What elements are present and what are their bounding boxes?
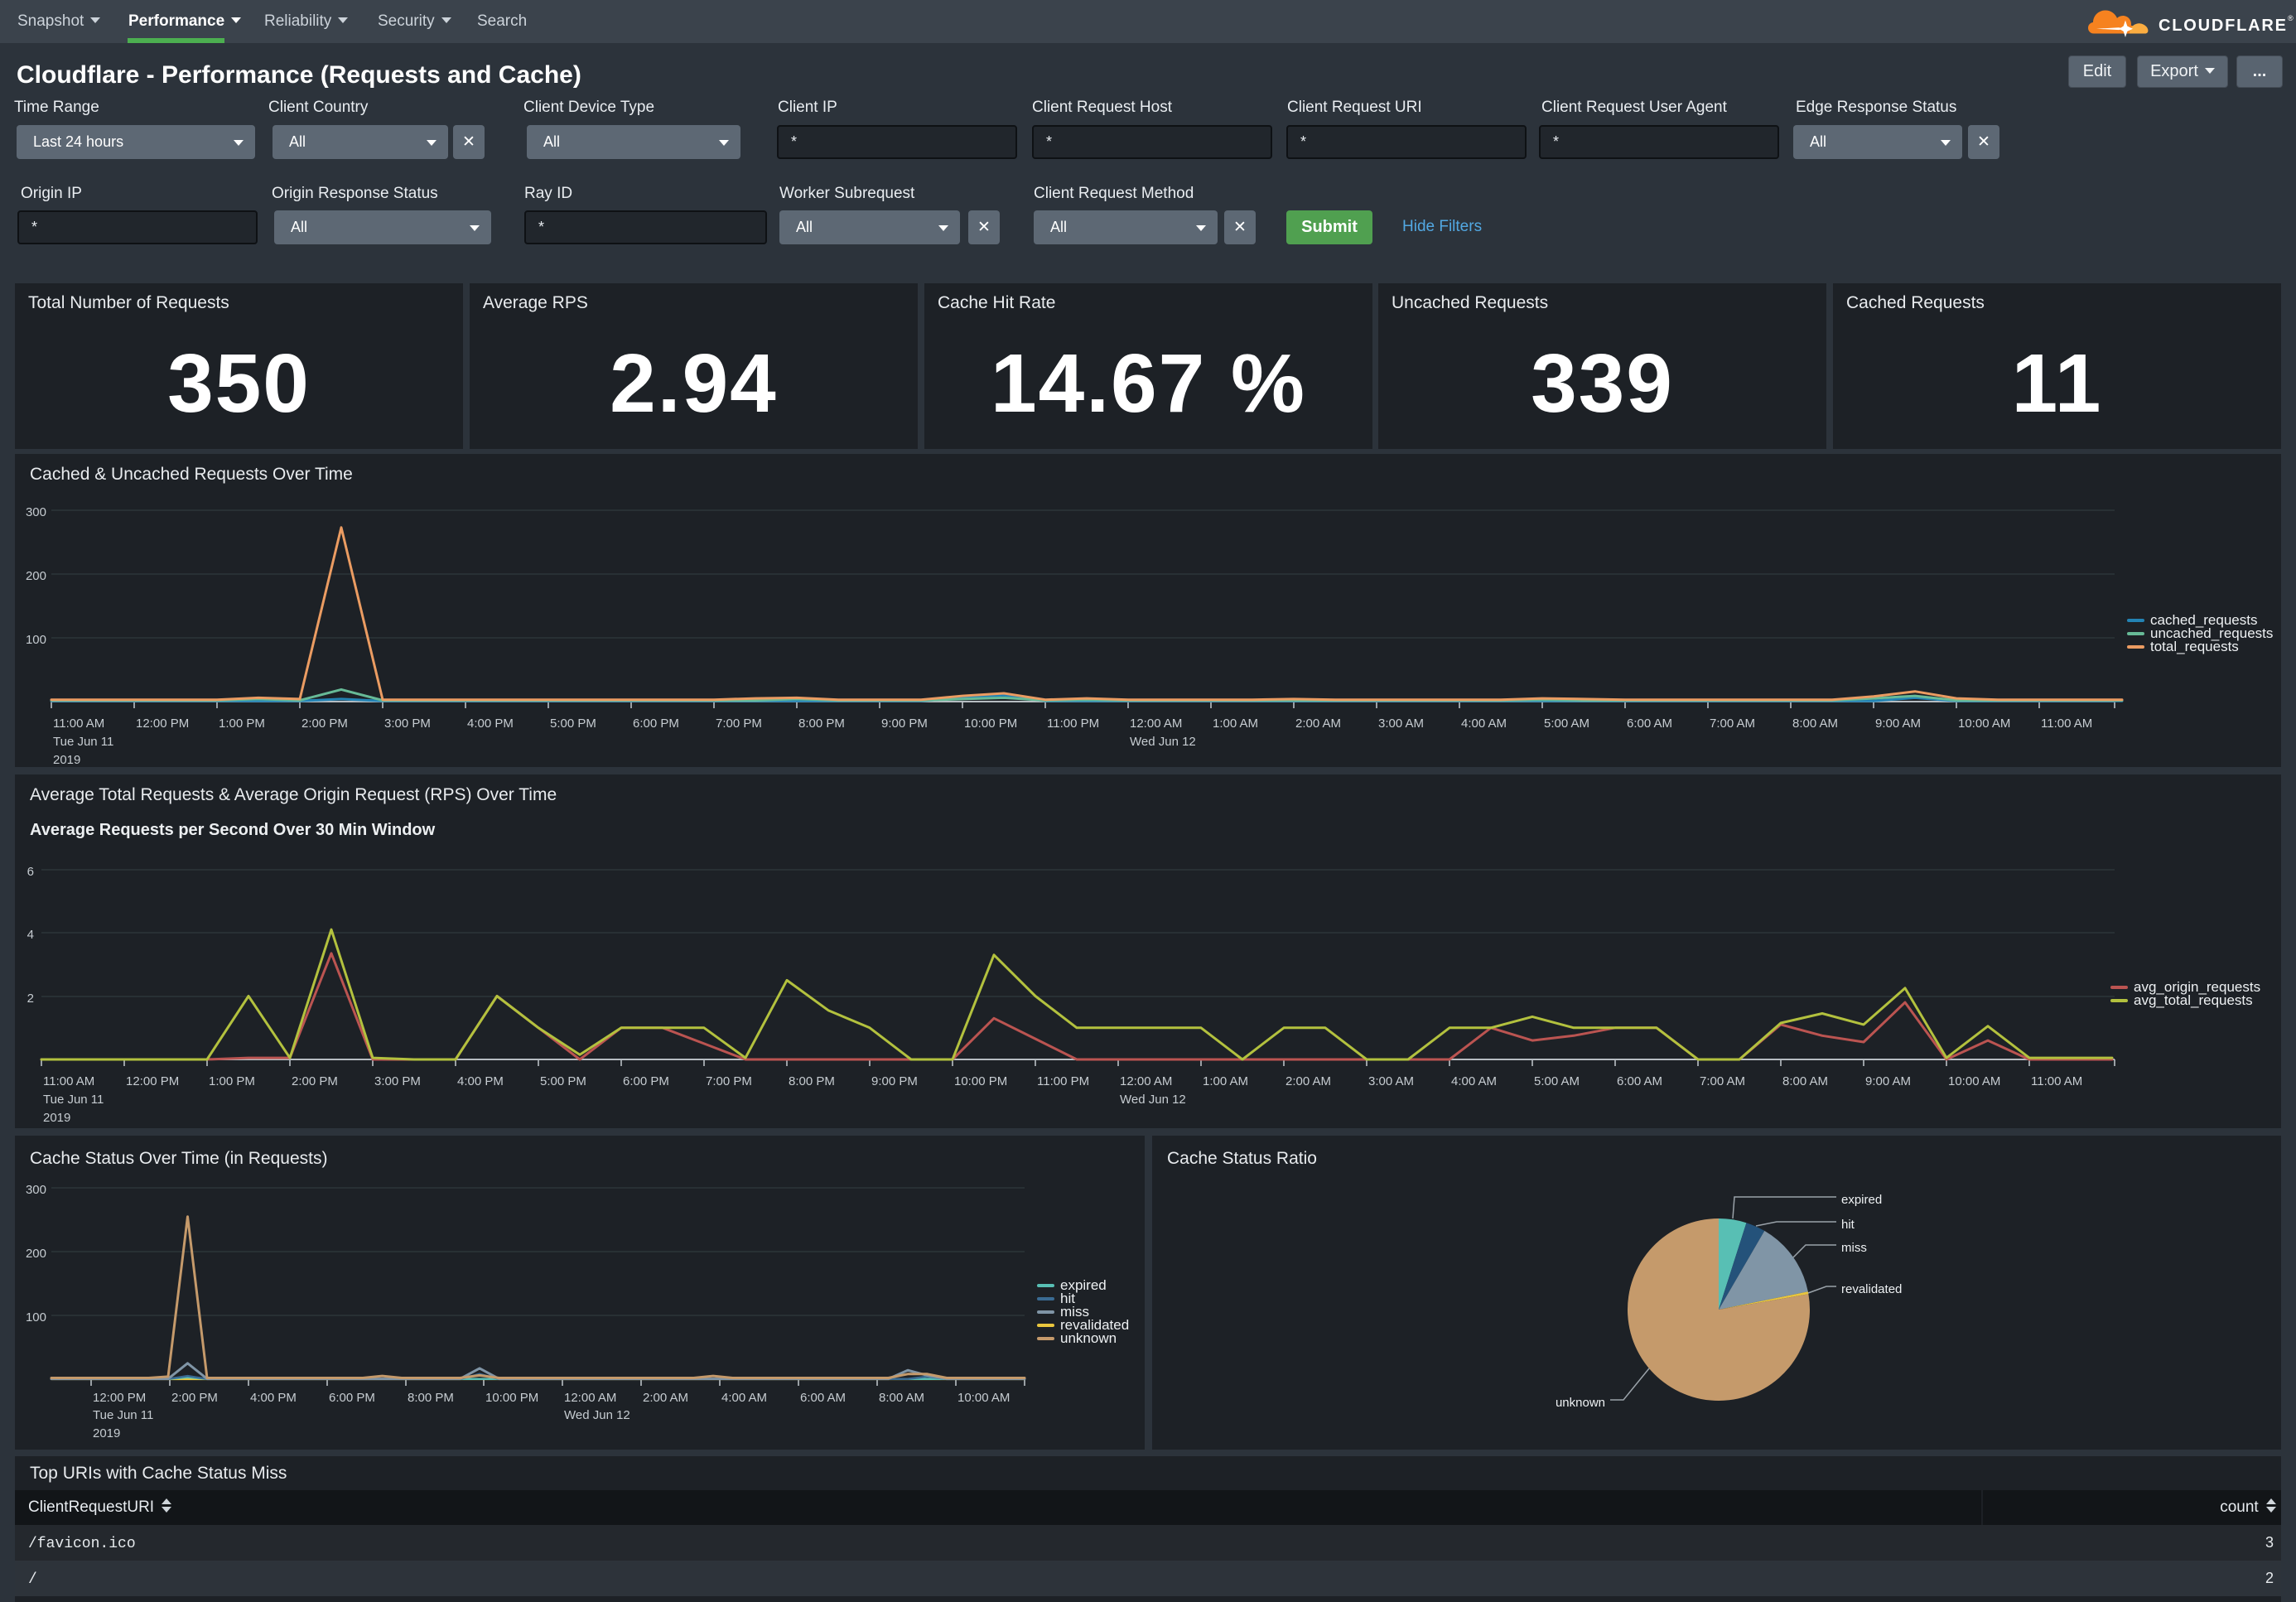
- svg-text:3:00 AM: 3:00 AM: [1368, 1074, 1414, 1088]
- svg-text:6:00 PM: 6:00 PM: [623, 1074, 669, 1088]
- svg-text:12:00 PM: 12:00 PM: [126, 1074, 179, 1088]
- svg-text:4:00 PM: 4:00 PM: [250, 1391, 297, 1405]
- svg-text:Wed Jun 12: Wed Jun 12: [564, 1408, 630, 1422]
- svg-text:7:00 AM: 7:00 AM: [1710, 717, 1755, 731]
- svg-text:6: 6: [27, 865, 34, 879]
- svg-text:9:00 AM: 9:00 AM: [1865, 1074, 1911, 1088]
- svg-text:300: 300: [26, 1183, 46, 1197]
- svg-text:7:00 AM: 7:00 AM: [1700, 1074, 1745, 1088]
- svg-text:12:00 AM: 12:00 AM: [1130, 717, 1182, 731]
- svg-text:Tue Jun 11: Tue Jun 11: [93, 1408, 153, 1422]
- svg-text:Wed Jun 12: Wed Jun 12: [1120, 1093, 1186, 1107]
- svg-text:8:00 PM: 8:00 PM: [798, 717, 845, 731]
- svg-text:5:00 AM: 5:00 AM: [1544, 717, 1589, 731]
- svg-text:Tue Jun 11: Tue Jun 11: [53, 735, 113, 749]
- svg-text:Wed Jun 12: Wed Jun 12: [1130, 735, 1196, 749]
- svg-text:8:00 PM: 8:00 PM: [789, 1074, 835, 1088]
- svg-text:unknown: unknown: [1556, 1396, 1605, 1410]
- svg-text:6:00 AM: 6:00 AM: [1627, 717, 1672, 731]
- svg-text:9:00 PM: 9:00 PM: [881, 717, 928, 731]
- svg-text:100: 100: [26, 1310, 46, 1325]
- svg-text:5:00 AM: 5:00 AM: [1534, 1074, 1580, 1088]
- svg-text:3:00 AM: 3:00 AM: [1378, 717, 1424, 731]
- svg-text:11:00 PM: 11:00 PM: [1037, 1074, 1089, 1088]
- svg-text:200: 200: [26, 569, 46, 583]
- svg-text:8:00 AM: 8:00 AM: [1792, 717, 1838, 731]
- svg-text:100: 100: [26, 633, 46, 647]
- svg-text:10:00 AM: 10:00 AM: [1958, 717, 2010, 731]
- svg-text:11:00 AM: 11:00 AM: [53, 717, 104, 731]
- svg-text:revalidated: revalidated: [1841, 1282, 1902, 1296]
- svg-text:miss: miss: [1841, 1241, 1867, 1255]
- svg-text:2:00 AM: 2:00 AM: [1295, 717, 1341, 731]
- svg-text:2:00 PM: 2:00 PM: [292, 1074, 338, 1088]
- svg-text:10:00 PM: 10:00 PM: [485, 1391, 538, 1405]
- svg-text:2:00 PM: 2:00 PM: [171, 1391, 218, 1405]
- svg-text:4:00 AM: 4:00 AM: [721, 1391, 767, 1405]
- svg-text:8:00 PM: 8:00 PM: [408, 1391, 454, 1405]
- svg-text:3:00 PM: 3:00 PM: [374, 1074, 421, 1088]
- svg-text:5:00 PM: 5:00 PM: [550, 717, 596, 731]
- svg-text:hit: hit: [1841, 1218, 1855, 1232]
- svg-text:8:00 AM: 8:00 AM: [879, 1391, 924, 1405]
- svg-text:2:00 AM: 2:00 AM: [643, 1391, 688, 1405]
- svg-text:11:00 PM: 11:00 PM: [1047, 717, 1099, 731]
- svg-text:8:00 AM: 8:00 AM: [1782, 1074, 1828, 1088]
- svg-text:3:00 PM: 3:00 PM: [384, 717, 431, 731]
- svg-text:1:00 PM: 1:00 PM: [209, 1074, 255, 1088]
- svg-text:10:00 AM: 10:00 AM: [957, 1391, 1010, 1405]
- svg-text:10:00 AM: 10:00 AM: [1948, 1074, 2000, 1088]
- svg-text:1:00 AM: 1:00 AM: [1213, 717, 1258, 731]
- svg-text:11:00 AM: 11:00 AM: [2031, 1074, 2082, 1088]
- svg-text:4:00 AM: 4:00 AM: [1451, 1074, 1497, 1088]
- svg-text:2:00 AM: 2:00 AM: [1285, 1074, 1331, 1088]
- svg-text:1:00 PM: 1:00 PM: [219, 717, 265, 731]
- svg-text:12:00 PM: 12:00 PM: [93, 1391, 146, 1405]
- svg-text:Tue Jun 11: Tue Jun 11: [43, 1093, 104, 1107]
- svg-text:11:00 AM: 11:00 AM: [43, 1074, 94, 1088]
- svg-text:2019: 2019: [43, 1111, 70, 1125]
- svg-text:2: 2: [27, 992, 34, 1006]
- svg-text:7:00 PM: 7:00 PM: [716, 717, 762, 731]
- svg-text:4:00 PM: 4:00 PM: [457, 1074, 504, 1088]
- svg-text:2019: 2019: [93, 1426, 120, 1440]
- svg-text:6:00 AM: 6:00 AM: [800, 1391, 846, 1405]
- svg-text:200: 200: [26, 1247, 46, 1261]
- svg-text:6:00 PM: 6:00 PM: [329, 1391, 375, 1405]
- svg-text:4: 4: [27, 928, 34, 942]
- svg-text:10:00 PM: 10:00 PM: [954, 1074, 1007, 1088]
- svg-text:12:00 AM: 12:00 AM: [564, 1391, 616, 1405]
- svg-text:1:00 AM: 1:00 AM: [1203, 1074, 1248, 1088]
- svg-text:7:00 PM: 7:00 PM: [706, 1074, 752, 1088]
- svg-text:2:00 PM: 2:00 PM: [301, 717, 348, 731]
- svg-text:9:00 PM: 9:00 PM: [871, 1074, 918, 1088]
- svg-text:11:00 AM: 11:00 AM: [2041, 717, 2092, 731]
- svg-text:6:00 AM: 6:00 AM: [1617, 1074, 1662, 1088]
- svg-text:12:00 PM: 12:00 PM: [136, 717, 189, 731]
- svg-text:5:00 PM: 5:00 PM: [540, 1074, 586, 1088]
- svg-text:expired: expired: [1841, 1193, 1882, 1207]
- svg-text:9:00 AM: 9:00 AM: [1875, 717, 1921, 731]
- svg-text:6:00 PM: 6:00 PM: [633, 717, 679, 731]
- svg-text:10:00 PM: 10:00 PM: [964, 717, 1017, 731]
- svg-text:4:00 AM: 4:00 AM: [1461, 717, 1507, 731]
- svg-text:300: 300: [26, 505, 46, 519]
- svg-text:12:00 AM: 12:00 AM: [1120, 1074, 1172, 1088]
- svg-text:2019: 2019: [53, 753, 80, 767]
- svg-text:4:00 PM: 4:00 PM: [467, 717, 514, 731]
